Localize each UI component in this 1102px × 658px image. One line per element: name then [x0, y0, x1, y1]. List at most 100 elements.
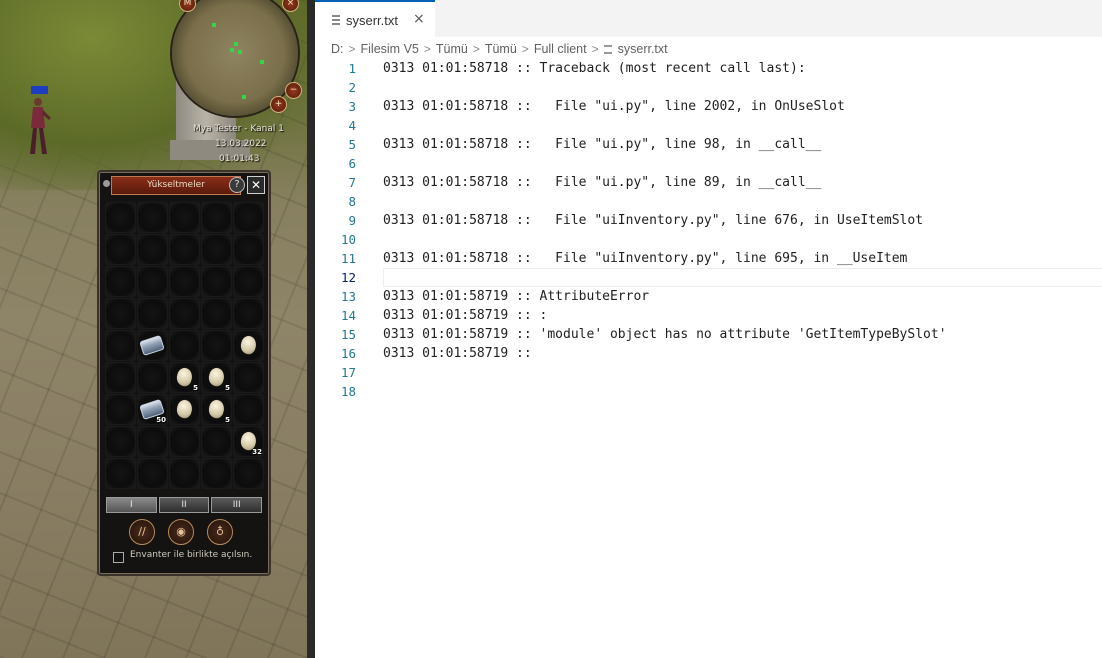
inventory-slot[interactable] [169, 330, 200, 361]
item-count: 50 [156, 416, 166, 424]
inventory-slot[interactable] [233, 394, 264, 425]
inventory-slot[interactable] [137, 266, 168, 297]
code-line[interactable]: 2 [315, 78, 1102, 97]
inventory-slot[interactable] [169, 266, 200, 297]
inventory-slot[interactable] [201, 330, 232, 361]
open-with-inventory-checkbox[interactable] [113, 552, 124, 563]
code-line[interactable]: 7 0313 01:01:58718 :: File "ui.py", line … [315, 173, 1102, 192]
inventory-slot[interactable] [169, 202, 200, 233]
code-line[interactable]: 10 [315, 230, 1102, 249]
inventory-slot[interactable]: 5 [169, 362, 200, 393]
code-line[interactable]: 15 0313 01:01:58719 :: 'module' object ha… [315, 325, 1102, 344]
inventory-slot[interactable] [105, 298, 136, 329]
game-date: 13.03.2022 [215, 139, 267, 149]
code-line[interactable]: 12 [315, 268, 1102, 287]
player-character[interactable] [26, 96, 52, 158]
code-line[interactable]: 17 [315, 363, 1102, 382]
inventory-slot[interactable] [169, 426, 200, 457]
inventory-slot[interactable] [137, 458, 168, 489]
line-number: 17 [340, 365, 356, 380]
upgrade-inventory-window[interactable]: Yükseltmeler ? ✕ 5 5 50 5 32 I II III //… [97, 170, 271, 576]
inventory-slot[interactable] [201, 234, 232, 265]
inventory-slot[interactable] [233, 458, 264, 489]
code-line[interactable]: 11 0313 01:01:58718 :: File "uiInventory.… [315, 249, 1102, 268]
minimap-zoom-in-button[interactable]: + [270, 96, 287, 113]
code-line[interactable]: 14 0313 01:01:58719 :: : [315, 306, 1102, 325]
line-number: 6 [348, 156, 356, 171]
inventory-slot[interactable] [105, 266, 136, 297]
inventory-slot[interactable] [233, 266, 264, 297]
close-icon[interactable]: × [413, 11, 425, 27]
code-line[interactable]: 4 [315, 116, 1102, 135]
code-line[interactable]: 8 [315, 192, 1102, 211]
inventory-slot[interactable] [233, 234, 264, 265]
inventory-slot[interactable] [169, 394, 200, 425]
inventory-slot[interactable] [233, 298, 264, 329]
code-line[interactable]: 16 0313 01:01:58719 :: [315, 344, 1102, 363]
code-line[interactable]: 5 0313 01:01:58718 :: File "ui.py", line … [315, 135, 1102, 154]
breadcrumb-item[interactable]: Full client [534, 42, 587, 56]
inventory-slot[interactable] [201, 202, 232, 233]
inventory-slot[interactable] [105, 234, 136, 265]
refine-icon[interactable]: ♁ [207, 519, 233, 545]
craft-icon[interactable]: ◉ [168, 519, 194, 545]
breadcrumb-item[interactable]: Tümü [485, 42, 517, 56]
open-with-inventory-label: Envanter ile birlikte açılsın. [130, 550, 253, 560]
breadcrumb-item[interactable]: D: [331, 42, 344, 56]
inventory-slot[interactable] [201, 458, 232, 489]
code-line[interactable]: 9 0313 01:01:58718 :: File "uiInventory.p… [315, 211, 1102, 230]
inventory-slot[interactable] [137, 234, 168, 265]
sort-icon[interactable]: // [129, 519, 155, 545]
game-viewport[interactable]: M × − + Mya Tester - Kanal 1 13.03.2022 … [0, 0, 307, 658]
inventory-page-tab-1[interactable]: I [106, 497, 157, 513]
minimap-zoom-out-button[interactable]: − [285, 82, 302, 99]
inventory-slot[interactable]: 50 [137, 394, 168, 425]
chevron-right-icon: > [472, 42, 480, 56]
upgrade-stone-icon [206, 398, 227, 420]
inventory-slot[interactable] [169, 298, 200, 329]
inventory-slot[interactable]: 32 [233, 426, 264, 457]
text-file-icon [603, 44, 612, 54]
inventory-slot[interactable] [105, 202, 136, 233]
help-icon[interactable]: ? [229, 177, 245, 193]
tab-syserr[interactable]: syserr.txt × [315, 0, 435, 37]
inventory-slot[interactable] [137, 202, 168, 233]
inventory-slot[interactable] [137, 298, 168, 329]
inventory-page-tab-2[interactable]: II [158, 497, 210, 513]
code-line[interactable]: 18 [315, 382, 1102, 401]
code-line[interactable]: 6 [315, 154, 1102, 173]
breadcrumb-item[interactable]: syserr.txt [618, 42, 668, 56]
chevron-right-icon: > [591, 42, 599, 56]
inventory-slot[interactable] [105, 330, 136, 361]
inventory-slot[interactable] [233, 330, 264, 361]
inventory-page-tab-3[interactable]: III [211, 497, 263, 513]
window-divider [307, 0, 315, 658]
line-text: 0313 01:01:58719 :: 'module' object has … [383, 327, 947, 342]
inventory-slot[interactable] [169, 234, 200, 265]
inventory-slot[interactable]: 5 [201, 394, 232, 425]
code-line[interactable]: 1 0313 01:01:58718 :: Traceback (most rec… [315, 59, 1102, 78]
inventory-slot[interactable] [201, 298, 232, 329]
code-line[interactable]: 13 0313 01:01:58719 :: AttributeError [315, 287, 1102, 306]
inventory-slot[interactable] [105, 458, 136, 489]
inventory-slot[interactable] [105, 362, 136, 393]
line-text: 0313 01:01:58719 :: AttributeError [383, 289, 650, 304]
inventory-slot[interactable] [233, 362, 264, 393]
breadcrumb-item[interactable]: Tümü [436, 42, 468, 56]
close-icon[interactable]: ✕ [247, 176, 265, 194]
code-line[interactable]: 3 0313 01:01:58718 :: File "ui.py", line … [315, 97, 1102, 116]
inventory-slot[interactable] [137, 330, 168, 361]
player-channel-label: Mya Tester - Kanal 1 [193, 124, 284, 134]
line-number: 4 [348, 118, 356, 133]
inventory-slot[interactable] [137, 362, 168, 393]
inventory-slot[interactable] [137, 426, 168, 457]
breadcrumb-item[interactable]: Filesim V5 [361, 42, 419, 56]
inventory-slot[interactable] [105, 426, 136, 457]
code-area[interactable]: 1 0313 01:01:58718 :: Traceback (most rec… [315, 59, 1102, 401]
inventory-slot[interactable] [233, 202, 264, 233]
inventory-slot[interactable] [201, 266, 232, 297]
inventory-slot[interactable] [201, 426, 232, 457]
inventory-slot[interactable]: 5 [201, 362, 232, 393]
inventory-slot[interactable] [169, 458, 200, 489]
inventory-slot[interactable] [105, 394, 136, 425]
